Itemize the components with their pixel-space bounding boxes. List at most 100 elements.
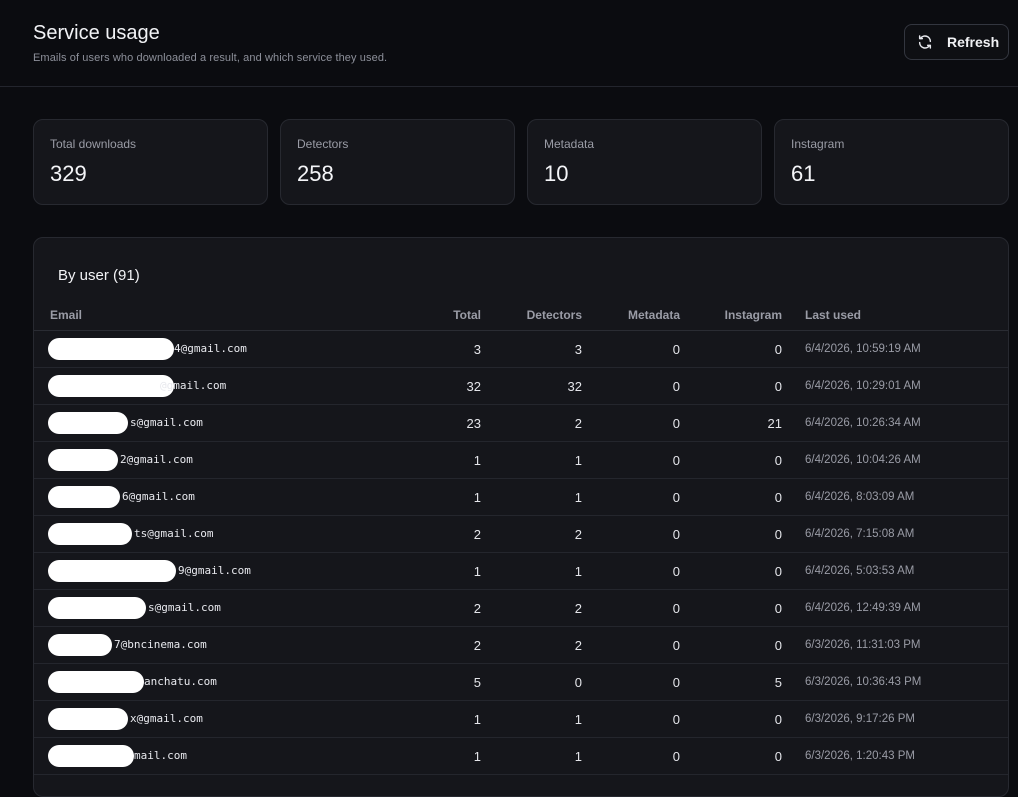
redaction-mark: [48, 486, 120, 508]
table-row[interactable]: @gmail.com 32 32 0 0 6/4/2026, 10:29:01 AM: [34, 368, 1008, 405]
stat-value: 61: [791, 161, 816, 186]
cell-detectors: 1: [574, 712, 582, 727]
redaction-mark: [48, 375, 174, 397]
table-row[interactable]: 4@gmail.com 3 3 0 0 6/4/2026, 10:59:19 AM: [34, 331, 1008, 368]
page-title: Service usage: [33, 22, 160, 44]
cell-total: 2: [473, 638, 481, 653]
cell-instagram: 0: [774, 712, 782, 727]
column-detectors[interactable]: Detectors: [527, 308, 582, 322]
cell-last-used: 6/4/2026, 10:04:26 AM: [805, 454, 921, 466]
cell-metadata: 0: [672, 416, 680, 431]
cell-detectors: 2: [574, 416, 582, 431]
cell-email: 6@gmail.com: [122, 490, 195, 503]
cell-instagram: 5: [774, 675, 782, 690]
cell-metadata: 0: [672, 749, 680, 764]
table-row[interactable]: anchatu.com 5 0 0 5 6/3/2026, 10:36:43 PM: [34, 664, 1008, 701]
cell-total: 3: [473, 342, 481, 357]
cell-email: 9@gmail.com: [178, 564, 251, 577]
cell-last-used: 6/4/2026, 12:49:39 AM: [805, 602, 921, 614]
cell-metadata: 0: [672, 453, 680, 468]
table-row[interactable]: mail.com 1 1 0 0 6/3/2026, 1:20:43 PM: [34, 738, 1008, 775]
cell-instagram: 0: [774, 342, 782, 357]
column-metadata[interactable]: Metadata: [628, 308, 680, 322]
cell-last-used: 6/4/2026, 10:29:01 AM: [805, 380, 921, 392]
refresh-button[interactable]: Refresh: [904, 24, 1009, 60]
cell-total: 32: [466, 379, 481, 394]
cell-detectors: 0: [574, 675, 582, 690]
table-title: By user (91): [58, 267, 140, 284]
stat-metadata: Metadata 10: [527, 119, 762, 205]
page-header: Service usage Emails of users who downlo…: [0, 0, 1018, 87]
table-row[interactable]: 2@gmail.com 1 1 0 0 6/4/2026, 10:04:26 AM: [34, 442, 1008, 479]
redaction-mark: [48, 745, 134, 767]
cell-instagram: 0: [774, 749, 782, 764]
cell-email: 2@gmail.com: [120, 453, 193, 466]
cell-detectors: 32: [567, 379, 582, 394]
cell-email: @gmail.com: [160, 379, 227, 392]
cell-detectors: 1: [574, 749, 582, 764]
cell-total: 2: [473, 601, 481, 616]
cell-total: 1: [473, 564, 481, 579]
cell-last-used: 6/4/2026, 8:03:09 AM: [805, 491, 915, 503]
redaction-mark: [48, 708, 128, 730]
cell-last-used: 6/3/2026, 11:31:03 PM: [805, 639, 921, 651]
redaction-mark: [48, 671, 144, 693]
cell-email: s@gmail.com: [130, 416, 203, 429]
cell-metadata: 0: [672, 527, 680, 542]
refresh-button-label: Refresh: [947, 34, 1000, 50]
stat-value: 258: [297, 161, 334, 186]
column-email[interactable]: Email: [50, 308, 82, 322]
cell-total: 5: [473, 675, 481, 690]
table-row[interactable]: 7@bncinema.com 2 2 0 0 6/3/2026, 11:31:03 PM: [34, 627, 1008, 664]
table-row[interactable]: x@gmail.com 1 1 0 0 6/3/2026, 9:17:26 PM: [34, 701, 1008, 738]
stat-label: Detectors: [297, 137, 349, 151]
stat-value: 329: [50, 161, 87, 186]
stat-label: Instagram: [791, 137, 845, 151]
redaction-mark: [48, 338, 174, 360]
cell-total: 1: [473, 712, 481, 727]
refresh-icon: [918, 35, 932, 49]
stat-detectors: Detectors 258: [280, 119, 515, 205]
cell-total: 2: [473, 527, 481, 542]
stat-label: Total downloads: [50, 137, 137, 151]
cell-last-used: 6/3/2026, 10:36:43 PM: [805, 676, 922, 688]
cell-detectors: 2: [574, 638, 582, 653]
column-total[interactable]: Total: [453, 308, 481, 322]
redaction-mark: [48, 449, 118, 471]
stat-label: Metadata: [544, 137, 595, 151]
cell-email: x@gmail.com: [130, 712, 203, 725]
cell-metadata: 0: [672, 342, 680, 357]
redaction-mark: [48, 412, 128, 434]
cell-metadata: 0: [672, 490, 680, 505]
cell-instagram: 0: [774, 638, 782, 653]
cell-instagram: 0: [774, 527, 782, 542]
cell-detectors: 3: [574, 342, 582, 357]
cell-email: anchatu.com: [144, 675, 217, 688]
cell-instagram: 21: [767, 416, 782, 431]
cell-total: 1: [473, 490, 481, 505]
table-row[interactable]: s@gmail.com 23 2 0 21 6/4/2026, 10:26:34 AM: [34, 405, 1008, 442]
cell-detectors: 2: [574, 527, 582, 542]
stat-total-downloads: Total downloads 329: [33, 119, 268, 205]
cell-last-used: 6/4/2026, 7:15:08 AM: [805, 528, 915, 540]
column-last-used[interactable]: Last used: [805, 308, 861, 322]
cell-email: 4@gmail.com: [174, 342, 247, 355]
page-subtitle: Emails of users who downloaded a result,…: [33, 52, 388, 64]
cell-instagram: 0: [774, 379, 782, 394]
table-row[interactable]: s@gmail.com 2 2 0 0 6/4/2026, 12:49:39 AM: [34, 590, 1008, 627]
cell-last-used: 6/4/2026, 10:59:19 AM: [805, 343, 921, 355]
cell-last-used: 6/3/2026, 1:20:43 PM: [805, 750, 915, 762]
column-instagram[interactable]: Instagram: [725, 308, 782, 322]
table-row[interactable]: 9@gmail.com 1 1 0 0 6/4/2026, 5:03:53 AM: [34, 553, 1008, 590]
cell-detectors: 1: [574, 564, 582, 579]
table-row[interactable]: 6@gmail.com 1 1 0 0 6/4/2026, 8:03:09 AM: [34, 479, 1008, 516]
cell-email: ts@gmail.com: [134, 527, 214, 540]
cell-total: 23: [466, 416, 481, 431]
table-row[interactable]: ts@gmail.com 2 2 0 0 6/4/2026, 7:15:08 AM: [34, 516, 1008, 553]
cell-metadata: 0: [672, 379, 680, 394]
cell-instagram: 0: [774, 564, 782, 579]
cell-detectors: 1: [574, 490, 582, 505]
cell-email: s@gmail.com: [148, 601, 221, 614]
redaction-mark: [48, 560, 176, 582]
cell-last-used: 6/4/2026, 10:26:34 AM: [805, 417, 921, 429]
